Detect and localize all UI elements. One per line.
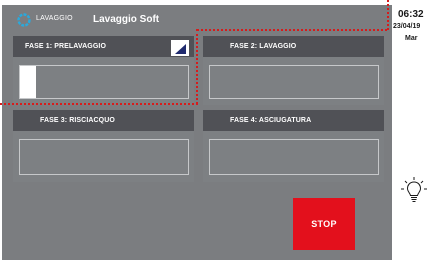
phase-1-progress-bar: [19, 65, 189, 99]
phase-4-header: FASE 4: ASCIUGATURA: [203, 110, 384, 131]
phase-4-title: FASE 4: ASCIUGATURA: [230, 117, 312, 124]
phase-1-panel[interactable]: FASE 1: PRELAVAGGIO: [13, 36, 194, 105]
phase-3-progress-bar: [19, 139, 189, 175]
phase-2-panel[interactable]: FASE 2: LAVAGGIO: [203, 36, 384, 105]
highlight-line-bottom: [0, 103, 198, 105]
stop-button[interactable]: STOP: [293, 198, 355, 250]
progress-triangle-icon: [171, 40, 189, 56]
phase-1-title: FASE 1: PRELAVAGGIO: [25, 43, 106, 50]
phase-2-body: [203, 57, 384, 105]
light-bulb-icon[interactable]: [401, 176, 427, 206]
side-panel: [392, 5, 427, 260]
phase-3-title: FASE 3: RISCIACQUO: [40, 117, 115, 124]
stop-button-label: STOP: [311, 219, 337, 229]
phase-1-progress-fill: [20, 66, 36, 98]
highlight-line-top: [197, 29, 387, 31]
phase-4-progress-bar: [209, 139, 379, 175]
clock-day: Mar: [405, 35, 418, 42]
phase-3-header: FASE 3: RISCIACQUO: [13, 110, 194, 131]
phase-2-header: FASE 2: LAVAGGIO: [203, 36, 384, 57]
highlight-line-right: [387, 0, 389, 30]
phase-1-header: FASE 1: PRELAVAGGIO: [13, 36, 194, 57]
phase-4-body: [203, 131, 384, 182]
brand-label: LAVAGGIO: [36, 15, 73, 22]
phase-2-title: FASE 2: LAVAGGIO: [230, 43, 297, 50]
washing-logo-icon: [17, 13, 31, 27]
highlight-line-left: [196, 29, 198, 104]
phase-4-panel[interactable]: FASE 4: ASCIUGATURA: [203, 110, 384, 182]
phase-2-progress-bar: [209, 65, 379, 99]
clock-time: 06:32: [398, 9, 424, 20]
clock-date: 23/04/19: [393, 23, 421, 30]
phase-1-body: [13, 57, 194, 105]
program-title: Lavaggio Soft: [93, 14, 160, 25]
phase-3-panel[interactable]: FASE 3: RISCIACQUO: [13, 110, 194, 182]
phase-3-body: [13, 131, 194, 182]
